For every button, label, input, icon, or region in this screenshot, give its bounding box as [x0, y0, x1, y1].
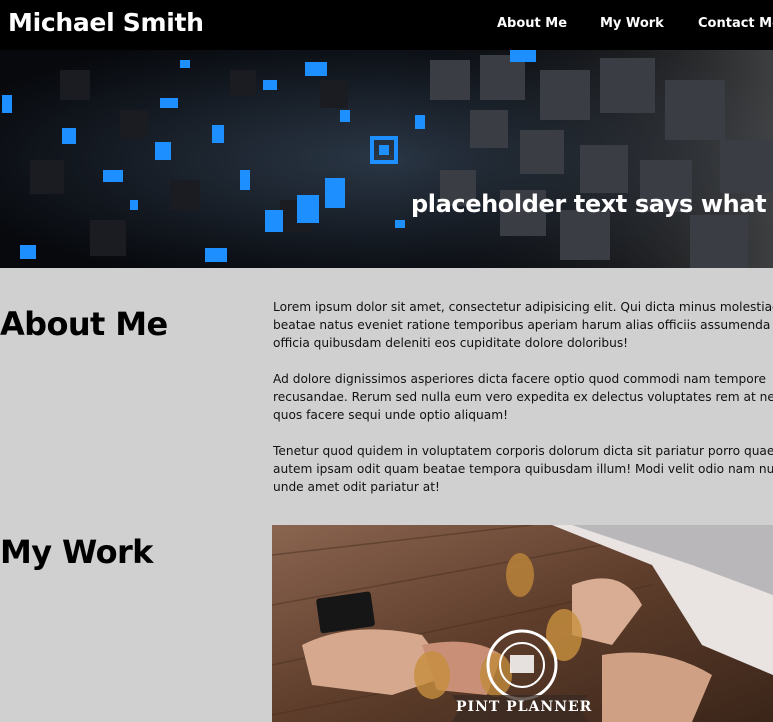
paragraph-line: Ad dolore dignissimos asperiores dicta f…: [273, 372, 766, 386]
pint-planner-logo-text: PINT PLANNER: [456, 699, 593, 715]
about-me-heading: About Me: [0, 305, 168, 343]
about-paragraph: Tenetur quod quidem in voluptatem corpor…: [273, 442, 773, 496]
hero-background-image: [0, 50, 773, 268]
nav-link-contact-me[interactable]: Contact Me: [698, 16, 773, 31]
nav-link-about-me[interactable]: About Me: [497, 16, 567, 31]
about-paragraph: Lorem ipsum dolor sit amet, consectetur …: [273, 298, 773, 352]
paragraph-line: Tenetur quod quidem in voluptatem corpor…: [273, 444, 773, 458]
paragraph-line: Lorem ipsum dolor sit amet, consectetur …: [273, 300, 773, 314]
nav-link-my-work[interactable]: My Work: [600, 16, 664, 31]
my-work-heading: My Work: [0, 533, 153, 571]
project-photo: [272, 525, 773, 722]
hero-caption: placeholder text says what: [411, 190, 767, 218]
paragraph-line: officia quibusdam deleniti eos cupiditat…: [273, 336, 629, 350]
about-me-text: Lorem ipsum dolor sit amet, consectetur …: [273, 298, 773, 514]
about-paragraph: Ad dolore dignissimos asperiores dicta f…: [273, 370, 773, 424]
project-thumbnail[interactable]: [272, 525, 773, 722]
top-navigation-bar: Michael Smith About Me My Work Contact M…: [0, 0, 773, 50]
paragraph-line: unde amet odit pariatur at!: [273, 480, 440, 494]
site-brand[interactable]: Michael Smith: [8, 8, 204, 37]
paragraph-line: autem ipsam odit quam beatae tempora qui…: [273, 462, 773, 476]
paragraph-line: quos facere sequi unde optio aliquam!: [273, 408, 508, 422]
paragraph-line: beatae natus eveniet ratione temporibus …: [273, 318, 771, 332]
paragraph-line: recusandae. Rerum sed nulla eum vero exp…: [273, 390, 773, 404]
hero-banner: placeholder text says what: [0, 50, 773, 268]
